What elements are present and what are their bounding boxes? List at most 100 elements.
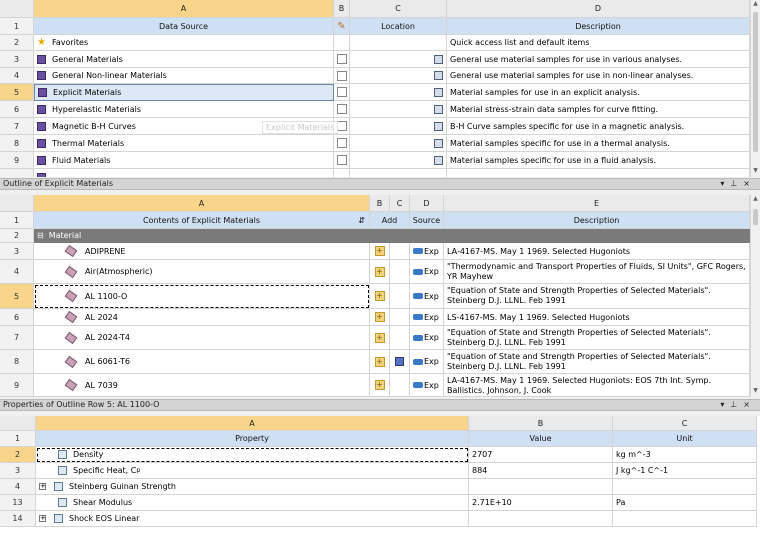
source-description: Material samples for use in an explicit … — [447, 84, 750, 101]
browse-location-icon[interactable] — [434, 104, 443, 114]
property-value[interactable]: 2707 — [469, 447, 613, 463]
col-header-c[interactable]: C — [350, 0, 447, 18]
col-header-c[interactable]: C — [390, 195, 410, 212]
source-description: General use material samples for use in … — [447, 51, 750, 68]
scroll-down-icon[interactable]: ▼ — [751, 387, 760, 397]
add-icon[interactable]: + — [374, 380, 385, 390]
add-icon[interactable]: + — [374, 246, 385, 256]
row-number[interactable]: 1 — [0, 431, 36, 447]
table-row-selected[interactable]: 5 AL 1100-O + Exp "Equation of State and… — [0, 284, 750, 309]
edit-checkbox[interactable] — [336, 70, 347, 81]
property-unit[interactable]: Pa — [613, 495, 757, 511]
table-row[interactable]: 2 ★ Favorites Quick access list and defau… — [0, 35, 750, 51]
property-value[interactable]: 884 — [469, 463, 613, 479]
property-unit[interactable] — [613, 479, 757, 495]
edit-checkbox[interactable] — [336, 155, 347, 165]
browse-location-icon[interactable] — [434, 71, 443, 80]
data-sources-scrollbar[interactable]: ▲ ▼ — [750, 0, 760, 177]
pin-icon[interactable]: ⊥ — [730, 400, 743, 409]
table-row[interactable]: 9 AL 7039 + Exp LA-4167-MS. May 1 1969. … — [0, 374, 750, 397]
browse-location-icon[interactable] — [434, 155, 443, 165]
table-row[interactable]: 13 Shear Modulus 2.71E+10 Pa — [0, 495, 760, 511]
browse-location-icon[interactable] — [434, 87, 443, 97]
col-header-b[interactable]: B — [370, 195, 390, 212]
property-unit[interactable]: kg m^-3 — [613, 447, 757, 463]
collapse-icon[interactable]: ⊟ — [37, 231, 44, 240]
col-header-a[interactable]: A — [34, 0, 334, 18]
table-row[interactable]: 7 AL 2024-T4 + Exp "Equation of State an… — [0, 326, 750, 350]
col-header-b[interactable]: B — [469, 416, 613, 431]
table-row[interactable]: 8 AL 6061-T6 + Exp "Equation of State an… — [0, 350, 750, 374]
table-row[interactable]: 6 AL 2024 + Exp LS-4167-MS. May 1 1969. … — [0, 309, 750, 326]
favorite-book-icon[interactable] — [395, 357, 404, 366]
property-unit[interactable]: J kg^-1 C^-1 — [613, 463, 757, 479]
scroll-down-icon[interactable]: ▼ — [751, 167, 760, 177]
row-number: 8 — [0, 350, 34, 374]
edit-column-header: ✎ — [334, 18, 350, 35]
scroll-up-icon[interactable]: ▲ — [751, 195, 760, 205]
table-row[interactable]: 14 + Shock EOS Linear — [0, 511, 760, 527]
table-row-selected[interactable]: 2 Density 2707 kg m^-3 — [0, 447, 760, 463]
col-header-e[interactable]: E — [444, 195, 750, 212]
close-icon[interactable]: × — [743, 400, 756, 409]
corner-cell[interactable] — [0, 195, 34, 212]
table-row[interactable]: 7 Magnetic B-H Curves B-H Curve samples … — [0, 118, 750, 135]
library-icon — [37, 54, 46, 64]
corner-cell[interactable] — [0, 416, 36, 431]
add-icon[interactable]: + — [374, 291, 385, 301]
edit-checkbox[interactable] — [336, 87, 347, 97]
dropdown-icon[interactable]: ▾ — [720, 179, 730, 188]
source-description: Material stress-strain data samples for … — [447, 101, 750, 118]
expand-icon[interactable]: + — [39, 515, 46, 522]
col-header-b[interactable]: B — [334, 0, 350, 18]
table-row[interactable]: 6 Hyperelastic Materials Material stress… — [0, 101, 750, 118]
table-row[interactable]: 8 Thermal Materials Material samples spe… — [0, 135, 750, 152]
expand-icon[interactable]: + — [39, 483, 46, 490]
table-row[interactable]: 3 ADIPRENE + Exp LA-4167-MS. May 1 1969.… — [0, 243, 750, 260]
col-header-d[interactable]: D — [410, 195, 444, 212]
table-row[interactable]: 4 Air(Atmospheric) + Exp "Thermodynamic … — [0, 260, 750, 284]
add-icon[interactable]: + — [374, 332, 385, 343]
col-header-a[interactable]: A — [34, 195, 370, 212]
browse-location-icon[interactable] — [434, 54, 443, 64]
add-icon[interactable]: + — [374, 266, 385, 277]
col-header-d[interactable]: D — [447, 0, 750, 18]
table-row[interactable]: 3 General Materials General use material… — [0, 51, 750, 68]
corner-cell[interactable] — [0, 0, 34, 18]
sort-icon[interactable]: ⇵ — [358, 216, 365, 225]
library-icon — [38, 88, 47, 97]
edit-checkbox[interactable] — [336, 104, 347, 114]
row-number: 4 — [0, 260, 34, 284]
edit-checkbox[interactable] — [336, 138, 347, 148]
table-row[interactable]: 9 Fluid Materials Material samples speci… — [0, 152, 750, 169]
table-row[interactable]: 4 General Non-linear Materials General u… — [0, 68, 750, 84]
source-label: Exp — [424, 357, 439, 366]
property-value[interactable] — [469, 479, 613, 495]
col-header-a[interactable]: A — [36, 416, 469, 431]
scroll-up-icon[interactable]: ▲ — [751, 0, 760, 10]
dropdown-icon[interactable]: ▾ — [720, 400, 730, 409]
material-group-row[interactable]: 2 ⊟ Material — [0, 229, 750, 243]
row-number[interactable]: 1 — [0, 212, 34, 229]
table-row-partial[interactable] — [0, 169, 750, 177]
table-row-selected[interactable]: 5 Explicit Materials Material samples fo… — [0, 84, 750, 101]
table-row[interactable]: 3 Specific Heat, Cp 884 J kg^-1 C^-1 — [0, 463, 760, 479]
outline-scrollbar[interactable]: ▲ ▼ — [750, 195, 760, 397]
browse-location-icon[interactable] — [434, 121, 443, 131]
property-unit[interactable] — [613, 511, 757, 527]
scroll-thumb[interactable] — [753, 209, 758, 225]
add-icon[interactable]: + — [374, 312, 385, 322]
col-header-c[interactable]: C — [613, 416, 757, 431]
add-icon[interactable]: + — [374, 356, 385, 367]
property-icon — [54, 514, 63, 523]
table-row[interactable]: 4 + Steinberg Guinan Strength — [0, 479, 760, 495]
close-icon[interactable]: × — [743, 179, 756, 188]
source-label: Exp — [424, 312, 439, 322]
row-number[interactable]: 1 — [0, 18, 34, 35]
browse-location-icon[interactable] — [434, 138, 443, 148]
pin-icon[interactable]: ⊥ — [730, 179, 743, 188]
scroll-thumb[interactable] — [753, 12, 758, 152]
property-value[interactable]: 2.71E+10 — [469, 495, 613, 511]
property-value[interactable] — [469, 511, 613, 527]
edit-checkbox[interactable] — [336, 54, 347, 64]
